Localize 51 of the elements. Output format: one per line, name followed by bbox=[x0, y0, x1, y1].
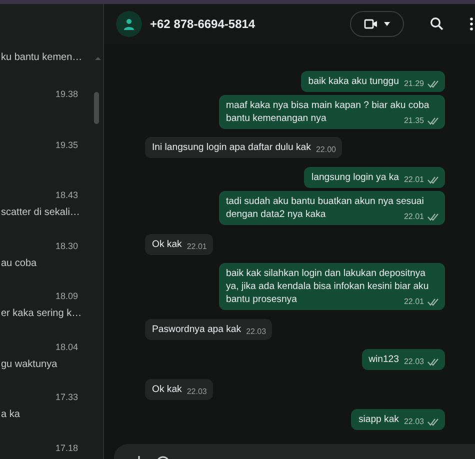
chat-preview[interactable]: ku bantu kemen… bbox=[1, 52, 82, 63]
message-time: 22.00 bbox=[316, 145, 336, 155]
chat-time: 18.04 bbox=[55, 342, 78, 352]
message-time: 22.03 bbox=[246, 327, 266, 337]
sent-message: langsung login ya ka 22.01 bbox=[304, 167, 445, 188]
avatar-icon[interactable] bbox=[116, 11, 142, 37]
chat-preview[interactable]: au coba bbox=[1, 258, 37, 268]
sent-message: baik kak silahkan login dan lakukan depositnya ya, jika ada kendala bisa infokan kesini biar aku bantu prosesnya 22.01 bbox=[219, 263, 445, 310]
chat-time: 18.30 bbox=[55, 240, 78, 250]
message-time: 22.03 bbox=[186, 387, 207, 397]
double-check-icon bbox=[427, 418, 439, 426]
message-time: 22.01 bbox=[186, 242, 207, 252]
chat-time: 17.18 bbox=[55, 442, 78, 452]
sent-message: maaf kaka nya bisa main kapan ? biar aku coba bantu kemenangan nya 21.35 bbox=[219, 95, 445, 129]
double-check-icon bbox=[427, 298, 439, 306]
message-time: 22.01 bbox=[404, 212, 424, 222]
message-time: 22.01 bbox=[404, 175, 424, 185]
message-time: 22.03 bbox=[404, 357, 424, 367]
chat-time: 19.38 bbox=[55, 89, 78, 99]
double-check-icon bbox=[427, 80, 439, 88]
search-icon[interactable] bbox=[430, 17, 444, 31]
sent-message: siapp kak 22.03 bbox=[351, 409, 445, 430]
double-check-icon bbox=[427, 358, 439, 366]
video-camera-icon bbox=[364, 19, 378, 29]
chat-time: 17.33 bbox=[55, 392, 78, 402]
scrollbar-thumb[interactable] bbox=[94, 92, 99, 124]
message-time: 22.03 bbox=[404, 417, 424, 427]
chat-preview[interactable]: gu waktunya bbox=[1, 358, 58, 370]
menu-icon[interactable] bbox=[470, 17, 473, 31]
double-check-icon bbox=[427, 117, 439, 125]
chat-preview[interactable]: scatter di sekali… bbox=[1, 207, 80, 218]
contact-name[interactable]: +62 878-6694-5814 bbox=[150, 17, 342, 31]
chat-time: 18.43 bbox=[55, 190, 78, 200]
message-time: 21.29 bbox=[404, 79, 424, 89]
chat-time: 18.09 bbox=[55, 291, 78, 301]
sent-message: tadi sudah aku bantu buatkan akun nya sesuai dengan data2 nya kaka 22.01 bbox=[219, 191, 445, 225]
double-check-icon bbox=[427, 213, 439, 221]
message-time: 21.35 bbox=[404, 116, 424, 126]
sent-message: win123 22.03 bbox=[362, 349, 445, 370]
chat-preview[interactable]: a ka bbox=[1, 409, 20, 420]
sent-message: baik kaka aku tunggu 21.29 bbox=[301, 71, 445, 92]
chat-time: 19.35 bbox=[55, 140, 78, 150]
dropdown-caret-icon bbox=[384, 22, 390, 26]
double-check-icon bbox=[427, 176, 439, 184]
message-time: 22.01 bbox=[404, 297, 424, 307]
received-message: Ini langsung login apa daftar dulu kak 22.00 bbox=[145, 137, 342, 158]
received-message: Ok kak 22.01 bbox=[145, 234, 213, 255]
video-call-button[interactable] bbox=[350, 11, 404, 37]
chat-preview[interactable]: er kaka sering k… bbox=[1, 308, 82, 319]
received-message: Paswordnya apa kak 22.03 bbox=[145, 319, 272, 340]
received-message: Ok kak 22.03 bbox=[145, 379, 213, 400]
